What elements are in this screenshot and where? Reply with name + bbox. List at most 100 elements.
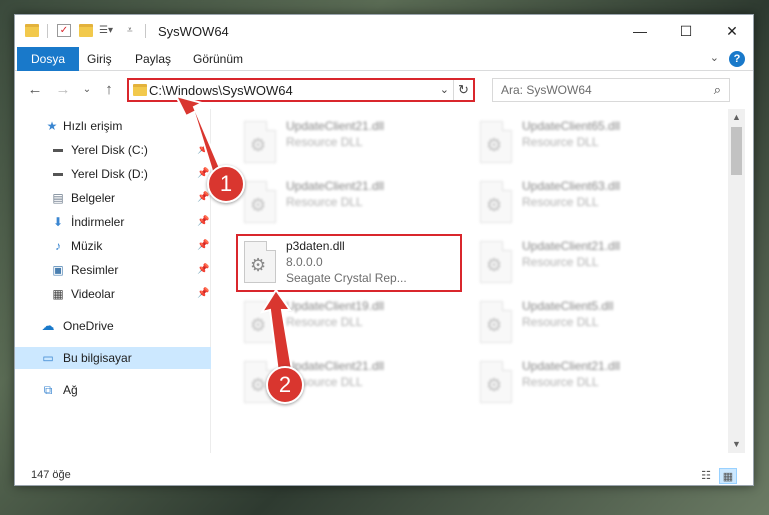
file-description: Resource DLL bbox=[522, 195, 599, 209]
pin-icon[interactable]: 📌 bbox=[197, 235, 209, 257]
gear-icon: ⚙ bbox=[486, 315, 503, 335]
file-tile[interactable]: ⚙ UpdateClient65.dll Resource DLL bbox=[474, 115, 702, 171]
ribbon-tabs: Dosya Giriş Paylaş Görünüm ⌄ ? bbox=[15, 47, 753, 71]
gear-icon: ⚙ bbox=[486, 375, 503, 395]
maximize-button[interactable]: ☐ bbox=[663, 15, 709, 47]
picture-icon: ▣ bbox=[52, 263, 64, 277]
star-icon: ★ bbox=[46, 119, 58, 133]
forward-arrow-icon[interactable]: → bbox=[53, 80, 73, 100]
video-icon: ▦ bbox=[52, 287, 64, 301]
file-name: UpdateClient21.dll bbox=[522, 359, 621, 373]
dll-file-icon: ⚙ bbox=[480, 361, 512, 403]
title-bar: ✓ ☰▾ ⩡ SysWOW64 — ☐ ✕ bbox=[15, 15, 753, 47]
scroll-thumb[interactable] bbox=[731, 127, 742, 175]
navigation-pane: ★ Hızlı erişim ▬ Yerel Disk (C:) 📌 ▬ Yer… bbox=[15, 109, 211, 453]
gear-icon: ⚙ bbox=[486, 255, 503, 275]
tab-home[interactable]: Giriş bbox=[77, 47, 122, 71]
chevron-down-icon[interactable]: ⌄ bbox=[440, 83, 449, 96]
drive-icon: ▬ bbox=[53, 168, 63, 179]
file-tile[interactable]: ⚙ UpdateClient21.dll Resource DLL bbox=[474, 235, 702, 291]
pin-icon[interactable]: 📌 bbox=[197, 139, 209, 161]
file-name: UpdateClient21.dll bbox=[522, 239, 621, 253]
tab-file[interactable]: Dosya bbox=[17, 47, 80, 71]
sidebar-item-local-disk-d[interactable]: ▬ Yerel Disk (D:) 📌 bbox=[15, 163, 211, 185]
address-path: C:\Windows\SysWOW64 bbox=[149, 83, 293, 98]
file-description: Resource DLL bbox=[286, 195, 363, 209]
network-icon: ⧉ bbox=[43, 383, 53, 397]
file-name: UpdateClient65.dll bbox=[522, 119, 621, 133]
status-bar: 147 öğe ☷ ▦ bbox=[15, 465, 753, 485]
folder-icon bbox=[133, 84, 147, 96]
close-button[interactable]: ✕ bbox=[709, 15, 753, 47]
dll-file-icon: ⚙ bbox=[244, 121, 276, 163]
item-count: 147 öğe bbox=[31, 469, 71, 481]
customize-toolbar-icon[interactable]: ☰▾ bbox=[99, 24, 113, 37]
download-icon: ⬇ bbox=[52, 215, 64, 229]
window-title: SysWOW64 bbox=[158, 24, 229, 39]
up-arrow-icon[interactable]: ↑ bbox=[99, 80, 119, 100]
divider bbox=[47, 24, 48, 38]
pin-icon[interactable]: 📌 bbox=[197, 283, 209, 305]
tab-share[interactable]: Paylaş bbox=[125, 47, 181, 71]
vertical-scrollbar[interactable]: ▲ ▼ bbox=[728, 109, 745, 453]
gear-icon: ⚙ bbox=[250, 315, 267, 335]
sidebar-item-music[interactable]: ♪ Müzik 📌 bbox=[15, 235, 211, 257]
search-input[interactable]: Ara: SysWOW64 ⌕ bbox=[492, 78, 730, 102]
file-tile[interactable]: ⚙ UpdateClient21.dll Resource DLL bbox=[474, 355, 702, 411]
large-icons-view-icon[interactable]: ▦ bbox=[719, 468, 737, 484]
dll-file-icon: ⚙ bbox=[480, 301, 512, 343]
file-name: UpdateClient19.dll bbox=[286, 299, 385, 313]
file-description: Resource DLL bbox=[286, 135, 363, 149]
file-tile[interactable]: ⚙ UpdateClient21.dll Resource DLL bbox=[238, 175, 466, 231]
scroll-up-icon[interactable]: ▲ bbox=[728, 109, 745, 126]
cloud-icon: ☁ bbox=[41, 318, 55, 333]
sidebar-item-local-disk-c[interactable]: ▬ Yerel Disk (C:) 📌 bbox=[15, 139, 211, 161]
file-tile[interactable]: ⚙ UpdateClient19.dll Resource DLL bbox=[238, 295, 466, 351]
sidebar-item-downloads[interactable]: ⬇ İndirmeler 📌 bbox=[15, 211, 211, 233]
pin-icon[interactable]: 📌 bbox=[197, 211, 209, 233]
divider bbox=[145, 24, 146, 38]
dll-file-icon: ⚙ bbox=[244, 181, 276, 223]
navigation-bar: ← → ⌄ ↑ C:\Windows\SysWOW64 ⌄ ↻ Ara: Sys… bbox=[15, 72, 753, 108]
recent-locations-icon[interactable]: ⌄ bbox=[77, 80, 97, 100]
sidebar-item-documents[interactable]: ▤ Belgeler 📌 bbox=[15, 187, 211, 209]
file-name: UpdateClient21.dll bbox=[286, 119, 385, 133]
step-badge-2: 2 bbox=[266, 366, 304, 404]
file-description: Resource DLL bbox=[522, 315, 599, 329]
sidebar-item-onedrive[interactable]: ☁ OneDrive bbox=[15, 315, 211, 337]
sidebar-item-this-pc[interactable]: ▭ Bu bilgisayar bbox=[15, 347, 211, 369]
new-folder-icon[interactable] bbox=[79, 24, 93, 37]
help-button[interactable]: ? bbox=[729, 51, 745, 67]
file-description: Resource DLL bbox=[522, 135, 599, 149]
file-description: Resource DLL bbox=[522, 375, 599, 389]
sidebar-item-pictures[interactable]: ▣ Resimler 📌 bbox=[15, 259, 211, 281]
quick-access-dropdown-icon[interactable]: ⩡ bbox=[127, 24, 141, 37]
refresh-icon[interactable]: ↻ bbox=[453, 80, 473, 100]
file-tile[interactable]: ⚙ UpdateClient21.dll Resource DLL bbox=[238, 115, 466, 171]
address-bar[interactable]: C:\Windows\SysWOW64 ⌄ ↻ bbox=[127, 78, 475, 102]
tab-view[interactable]: Görünüm bbox=[183, 47, 253, 71]
file-description: Resource DLL bbox=[522, 255, 599, 269]
computer-icon: ▭ bbox=[42, 351, 54, 365]
sidebar-item-network[interactable]: ⧉ Ağ bbox=[15, 379, 211, 401]
gear-icon: ⚙ bbox=[486, 135, 503, 155]
sidebar-item-quick-access[interactable]: ★ Hızlı erişim bbox=[15, 115, 211, 137]
minimize-button[interactable]: — bbox=[617, 15, 663, 47]
scroll-down-icon[interactable]: ▼ bbox=[728, 436, 745, 453]
file-name: UpdateClient5.dll bbox=[522, 299, 614, 313]
expand-ribbon-icon[interactable]: ⌄ bbox=[710, 51, 719, 64]
back-arrow-icon[interactable]: ← bbox=[25, 80, 45, 100]
gear-icon: ⚙ bbox=[250, 375, 267, 395]
gear-icon: ⚙ bbox=[486, 195, 503, 215]
gear-icon: ⚙ bbox=[250, 135, 267, 155]
file-tile[interactable]: ⚙ UpdateClient5.dll Resource DLL bbox=[474, 295, 702, 351]
file-description: Resource DLL bbox=[286, 315, 363, 329]
dll-file-icon: ⚙ bbox=[480, 181, 512, 223]
file-tile[interactable]: ⚙ UpdateClient63.dll Resource DLL bbox=[474, 175, 702, 231]
sidebar-item-videos[interactable]: ▦ Videolar 📌 bbox=[15, 283, 211, 305]
pin-icon[interactable]: 📌 bbox=[197, 259, 209, 281]
search-placeholder: Ara: SysWOW64 bbox=[501, 83, 592, 97]
details-view-icon[interactable]: ☷ bbox=[697, 468, 715, 484]
document-icon: ▤ bbox=[52, 191, 64, 205]
properties-icon[interactable]: ✓ bbox=[57, 24, 71, 37]
